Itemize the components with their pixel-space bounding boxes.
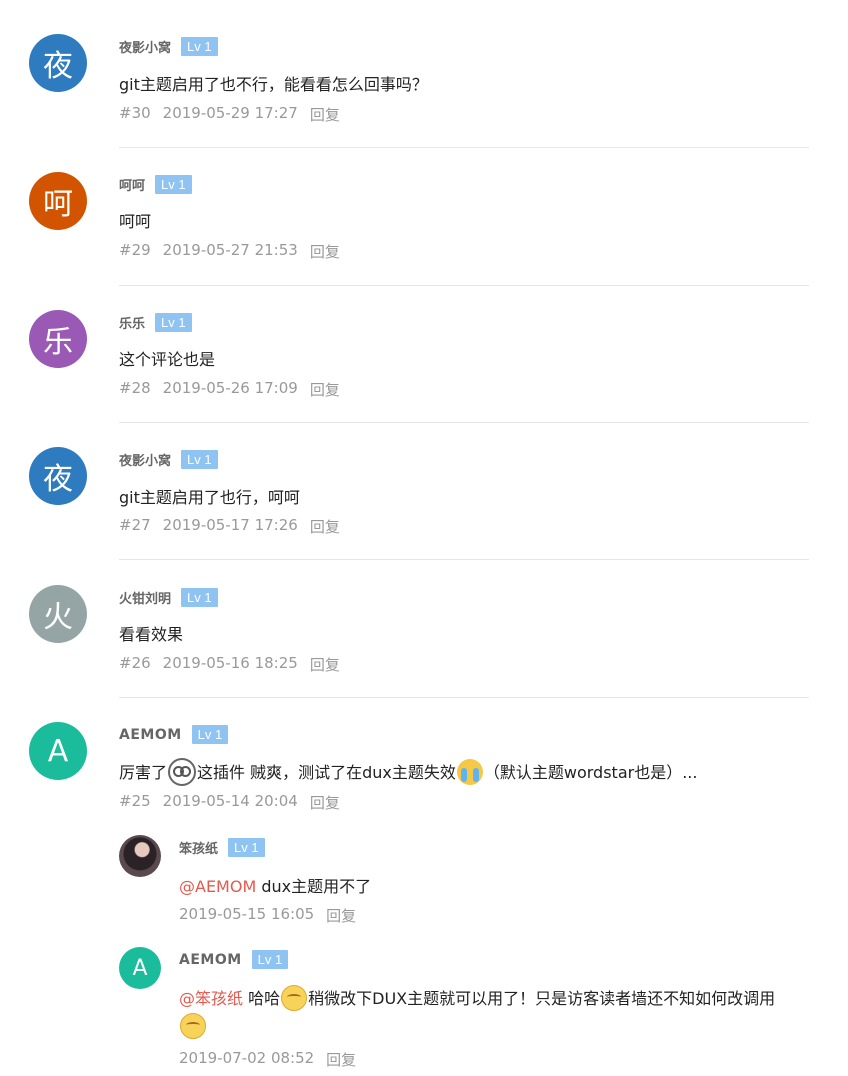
comment-text: git主题启用了也行，呵呵 <box>119 488 300 507</box>
divider <box>119 147 809 148</box>
crying-face-icon <box>456 758 483 785</box>
user-avatar: 夜 <box>29 34 87 92</box>
comment-date: 2019-05-14 20:04 <box>162 792 298 810</box>
comment-text-part: 这插件 贼爽，测试了在dux主题失效 <box>197 763 456 782</box>
level-badge: Lv 1 <box>155 313 192 332</box>
level-badge: Lv 1 <box>181 37 218 56</box>
comment-author[interactable]: 夜影小窝 <box>119 37 171 56</box>
reply-button[interactable]: 回复 <box>310 379 340 400</box>
comment-author[interactable]: AEMOM <box>119 727 182 743</box>
user-avatar <box>119 835 161 877</box>
user-avatar: 火 <box>29 585 87 643</box>
comment-floor: #26 <box>119 654 151 672</box>
reply-button[interactable]: 回复 <box>310 104 340 125</box>
comment-floor: #29 <box>119 241 151 259</box>
comment-text: 这个评论也是 <box>119 350 216 369</box>
comment-floor: #30 <box>119 104 151 122</box>
reply-button[interactable]: 回复 <box>310 792 340 813</box>
comment-date: 2019-05-17 17:26 <box>162 516 298 534</box>
comment-text: @AEMOM dux主题用不了 <box>179 873 371 897</box>
comment-author[interactable]: AEMOM <box>179 952 242 968</box>
divider <box>119 697 809 698</box>
comment-text-part: （默认主题wordstar也是）... <box>483 763 698 782</box>
user-avatar: A <box>29 722 87 780</box>
user-avatar: 夜 <box>29 447 87 505</box>
comment-text-part: 哈哈 <box>248 989 281 1008</box>
comment-text-part: 稍微改下DUX主题就可以用了！只是访客读者墙还不知如何改调用 <box>308 989 776 1008</box>
divider <box>119 422 809 423</box>
comment-text: 看看效果 <box>119 625 184 644</box>
level-badge: Lv 1 <box>191 725 229 744</box>
comment-date: 2019-05-16 18:25 <box>162 654 298 672</box>
comment-text: git主题启用了也不行，能看看怎么回事吗？ <box>119 75 428 94</box>
reply-button[interactable]: 回复 <box>326 1049 356 1070</box>
level-badge: Lv 1 <box>181 588 218 607</box>
comment-author[interactable]: 呵呵 <box>119 175 145 194</box>
comment-floor: #25 <box>119 792 151 810</box>
comment-date: 2019-05-15 16:05 <box>179 905 315 923</box>
comment-date: 2019-05-29 17:27 <box>162 104 298 122</box>
reply-button[interactable]: 回复 <box>310 241 340 262</box>
comment-text-part: 厉害了 <box>119 763 168 782</box>
comment-text: 厉害了 这插件 贼爽，测试了在dux主题失效 （默认主题wordstar也是）... <box>119 757 698 788</box>
comment-author[interactable]: 乐乐 <box>119 313 145 332</box>
comment-date: 2019-05-27 21:53 <box>162 241 298 259</box>
comment-text: 呵呵 <box>119 212 152 231</box>
user-avatar: A <box>119 947 161 989</box>
comment-text: @笨孩纸 哈哈 稍微改下DUX主题就可以用了！只是访客读者墙还不知如何改调用 <box>179 984 819 1041</box>
comment-author[interactable]: 火钳刘明 <box>119 588 171 607</box>
comment-floor: #28 <box>119 379 151 397</box>
reply-button[interactable]: 回复 <box>326 905 356 926</box>
comment-date: 2019-05-26 17:09 <box>162 379 298 397</box>
comment-date: 2019-07-02 08:52 <box>179 1049 315 1067</box>
smile-face-icon <box>180 1012 206 1039</box>
user-avatar: 呵 <box>29 172 87 230</box>
grin-face-icon <box>281 984 308 1011</box>
level-badge: Lv 1 <box>251 950 289 969</box>
user-avatar: 乐 <box>29 310 87 368</box>
comment-text-part: dux主题用不了 <box>261 877 372 896</box>
reply-button[interactable]: 回复 <box>310 516 340 537</box>
mention-link[interactable]: @笨孩纸 <box>179 989 243 1008</box>
comment-author[interactable]: 笨孩纸 <box>179 838 218 857</box>
reply-button[interactable]: 回复 <box>310 654 340 675</box>
comment-author[interactable]: 夜影小窝 <box>119 450 171 469</box>
comment-floor: #27 <box>119 516 151 534</box>
ghost-face-icon <box>168 757 197 786</box>
level-badge: Lv 1 <box>181 450 218 469</box>
mention-link[interactable]: @AEMOM <box>179 877 256 896</box>
level-badge: Lv 1 <box>228 838 265 857</box>
level-badge: Lv 1 <box>155 175 192 194</box>
divider <box>119 559 809 560</box>
divider <box>119 285 809 286</box>
